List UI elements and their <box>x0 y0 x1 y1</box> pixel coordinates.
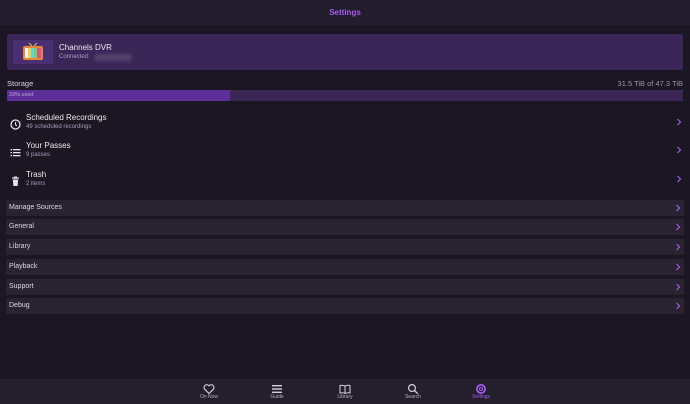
chevron-right-icon <box>677 175 682 183</box>
section-label: Library <box>9 243 31 250</box>
list-item-your-passes[interactable]: Your Passes 9 passes <box>0 141 690 167</box>
list-item-trash[interactable]: Trash 2 items <box>0 170 690 196</box>
section-general[interactable]: General <box>6 219 684 235</box>
tab-library[interactable]: Library <box>325 379 365 404</box>
list-item-label: Scheduled Recordings <box>26 113 107 122</box>
storage-percent: 33% used <box>9 92 34 98</box>
page-title: Settings <box>329 8 361 17</box>
list-item-sub: 2 items <box>26 181 46 187</box>
chevron-right-icon <box>677 118 682 126</box>
chevron-right-icon <box>676 283 681 291</box>
section-support[interactable]: Support <box>6 279 684 295</box>
list-item-label: Trash <box>26 170 47 179</box>
list-item-label: Your Passes <box>26 141 71 150</box>
clock-icon <box>10 117 21 130</box>
list-item-sub: 9 passes <box>26 152 51 158</box>
section-label: Manage Sources <box>9 204 62 211</box>
tv-icon <box>13 40 53 64</box>
chevron-right-icon <box>676 302 681 310</box>
list-item-scheduled-recordings[interactable]: Scheduled Recordings 49 scheduled record… <box>0 113 690 139</box>
tab-on-now[interactable]: On Now <box>189 379 229 404</box>
section-label: Playback <box>9 263 38 270</box>
tab-search[interactable]: Search <box>393 379 433 404</box>
chevron-right-icon <box>676 223 681 231</box>
chevron-right-icon <box>676 263 681 271</box>
section-label: Debug <box>9 302 30 309</box>
chevron-right-icon <box>677 146 682 154</box>
section-debug[interactable]: Debug <box>6 298 684 314</box>
server-name: Channels DVR <box>59 43 112 52</box>
storage-label: Storage <box>7 79 34 88</box>
trash-icon <box>10 174 21 186</box>
bottom-tab-bar: On Now Guide Library Search Settings <box>0 379 690 404</box>
tab-settings[interactable]: Settings <box>461 379 501 404</box>
tab-label: Search <box>405 394 421 400</box>
storage-fill <box>7 90 231 101</box>
tab-label: Guide <box>270 394 284 400</box>
section-label: General <box>9 223 34 230</box>
list-item-sub: 49 scheduled recordings <box>26 124 92 130</box>
header-bar: Settings <box>0 0 690 25</box>
storage-bar: 33% used <box>7 90 683 101</box>
storage-value: 31.5 TiB of 47.3 TiB <box>617 79 683 88</box>
server-card[interactable]: Channels DVR Connected: <box>7 34 683 70</box>
chevron-right-icon <box>676 204 681 212</box>
section-manage-sources[interactable]: Manage Sources <box>6 200 684 216</box>
tab-label: Settings <box>471 394 491 400</box>
settings-screen: Settings Channels DVR Connected: Storage… <box>0 0 690 404</box>
redacted-address <box>94 54 132 61</box>
tab-guide[interactable]: Guide <box>257 379 297 404</box>
tab-label: On Now <box>199 394 219 400</box>
section-label: Support <box>9 283 34 290</box>
server-status: Connected: <box>59 54 90 60</box>
tab-label: Library <box>337 394 353 400</box>
section-playback[interactable]: Playback <box>6 259 684 275</box>
list-icon <box>10 145 21 157</box>
section-library[interactable]: Library <box>6 239 684 255</box>
chevron-right-icon <box>676 243 681 251</box>
